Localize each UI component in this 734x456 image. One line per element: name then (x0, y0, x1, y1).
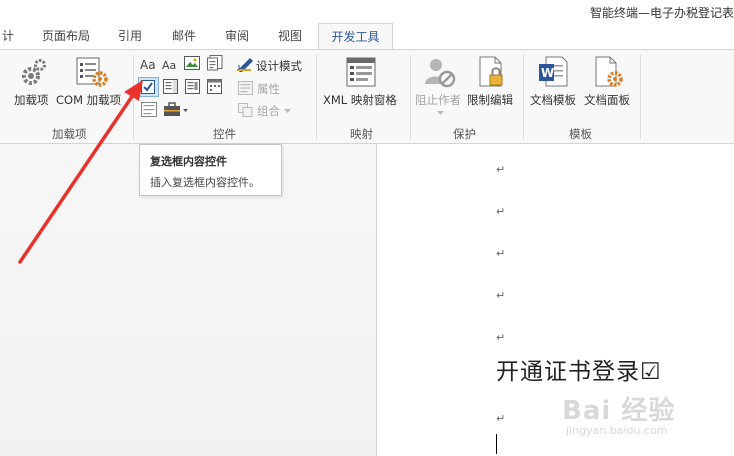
text-cursor (496, 434, 497, 454)
paragraph-mark: ↵ (496, 412, 506, 425)
checkbox-content-control-button[interactable] (138, 77, 159, 97)
dropdown-list-icon (185, 79, 200, 94)
design-mode-icon (237, 58, 253, 72)
block-authors-icon (425, 59, 456, 88)
tab-review[interactable]: 审阅 (219, 23, 255, 49)
picture-icon (184, 56, 200, 70)
controls-group-label: 控件 (213, 127, 236, 141)
templates-group-label: 模板 (569, 127, 592, 141)
paragraph-mark: ↵ (496, 289, 506, 302)
tab-view[interactable]: 视图 (272, 23, 308, 49)
design-mode-label: 设计模式 (256, 59, 302, 73)
properties-icon (238, 81, 253, 95)
com-addins-icon (76, 57, 108, 87)
properties-label: 属性 (257, 82, 280, 96)
date-picker-icon (207, 79, 222, 94)
xml-mapping-icon (346, 57, 376, 87)
tab-references[interactable]: 引用 (112, 23, 148, 49)
xml-mapping-pane-label: XML 映射窗格 (323, 93, 397, 107)
document-panel-label: 文档面板 (584, 93, 630, 107)
ribbon-tabs: 计 页面布局 引用 邮件 审阅 视图 开发工具 (0, 23, 734, 50)
tab-developer[interactable]: 开发工具 (318, 23, 393, 50)
tooltip-description: 插入复选框内容控件。 (150, 176, 260, 189)
gear-icon (22, 59, 46, 85)
protect-group-label: 保护 (453, 127, 476, 141)
group-divider (316, 55, 317, 139)
document-template-label: 文档模板 (530, 93, 576, 107)
group-divider (640, 55, 641, 139)
document-panel-icon (595, 56, 623, 87)
svg-text:Aa: Aa (162, 59, 176, 71)
svg-text:W: W (541, 66, 554, 80)
paragraph-mark: ↵ (496, 163, 506, 176)
paragraph-mark: ↵ (496, 205, 506, 218)
title-bar: 智能终端—电子办税登记表 (0, 0, 734, 23)
svg-text:Aa: Aa (140, 58, 156, 71)
group-divider (410, 55, 411, 139)
plain-text-icon: Aa (162, 59, 176, 71)
repeating-section-icon (141, 102, 157, 117)
addins-label: 加载项 (14, 93, 49, 107)
ribbon: 加载项 COM 加载项 加载项 Aa Aa 设计模式 属性 组合 控件 XML … (0, 49, 734, 144)
paragraph-mark: ↵ (496, 247, 506, 260)
rich-text-icon: Aa (140, 58, 156, 71)
restrict-editing-icon (479, 56, 503, 87)
group-divider (523, 55, 524, 139)
checkbox-icon (141, 80, 155, 94)
tab-design-partial[interactable]: 计 (0, 23, 16, 49)
tab-page-layout[interactable]: 页面布局 (36, 23, 96, 49)
watermark-logo-text: Bai 经验 (562, 396, 676, 426)
group-icon (238, 103, 253, 117)
chevron-down-icon (284, 109, 291, 113)
group-divider (133, 55, 134, 139)
combo-box-icon (163, 79, 178, 94)
toolbox-icon (164, 102, 188, 116)
tooltip: 复选框内容控件 插入复选框内容控件。 (139, 144, 282, 196)
word-template-icon: W (539, 56, 568, 87)
watermark: Bai 经验 jingyan.baidu.com (562, 390, 676, 437)
tab-mailings[interactable]: 邮件 (166, 23, 202, 49)
document-page[interactable] (376, 144, 734, 456)
group-label: 组合 (257, 104, 280, 118)
mapping-group-label: 映射 (350, 127, 373, 141)
watermark-url: jingyan.baidu.com (566, 424, 668, 437)
com-addins-label: COM 加载项 (56, 93, 122, 107)
paragraph-mark: ↵ (496, 331, 506, 344)
addins-group-label: 加载项 (52, 127, 87, 141)
building-block-icon (207, 55, 223, 71)
block-authors-label: 阻止作者 (415, 93, 461, 107)
chevron-down-icon (437, 111, 444, 115)
document-title: 智能终端—电子办税登记表 (589, 6, 734, 20)
document-text-line[interactable]: 开通证书登录☑ (496, 352, 662, 386)
tooltip-title: 复选框内容控件 (150, 155, 227, 168)
restrict-editing-label: 限制编辑 (467, 93, 513, 107)
